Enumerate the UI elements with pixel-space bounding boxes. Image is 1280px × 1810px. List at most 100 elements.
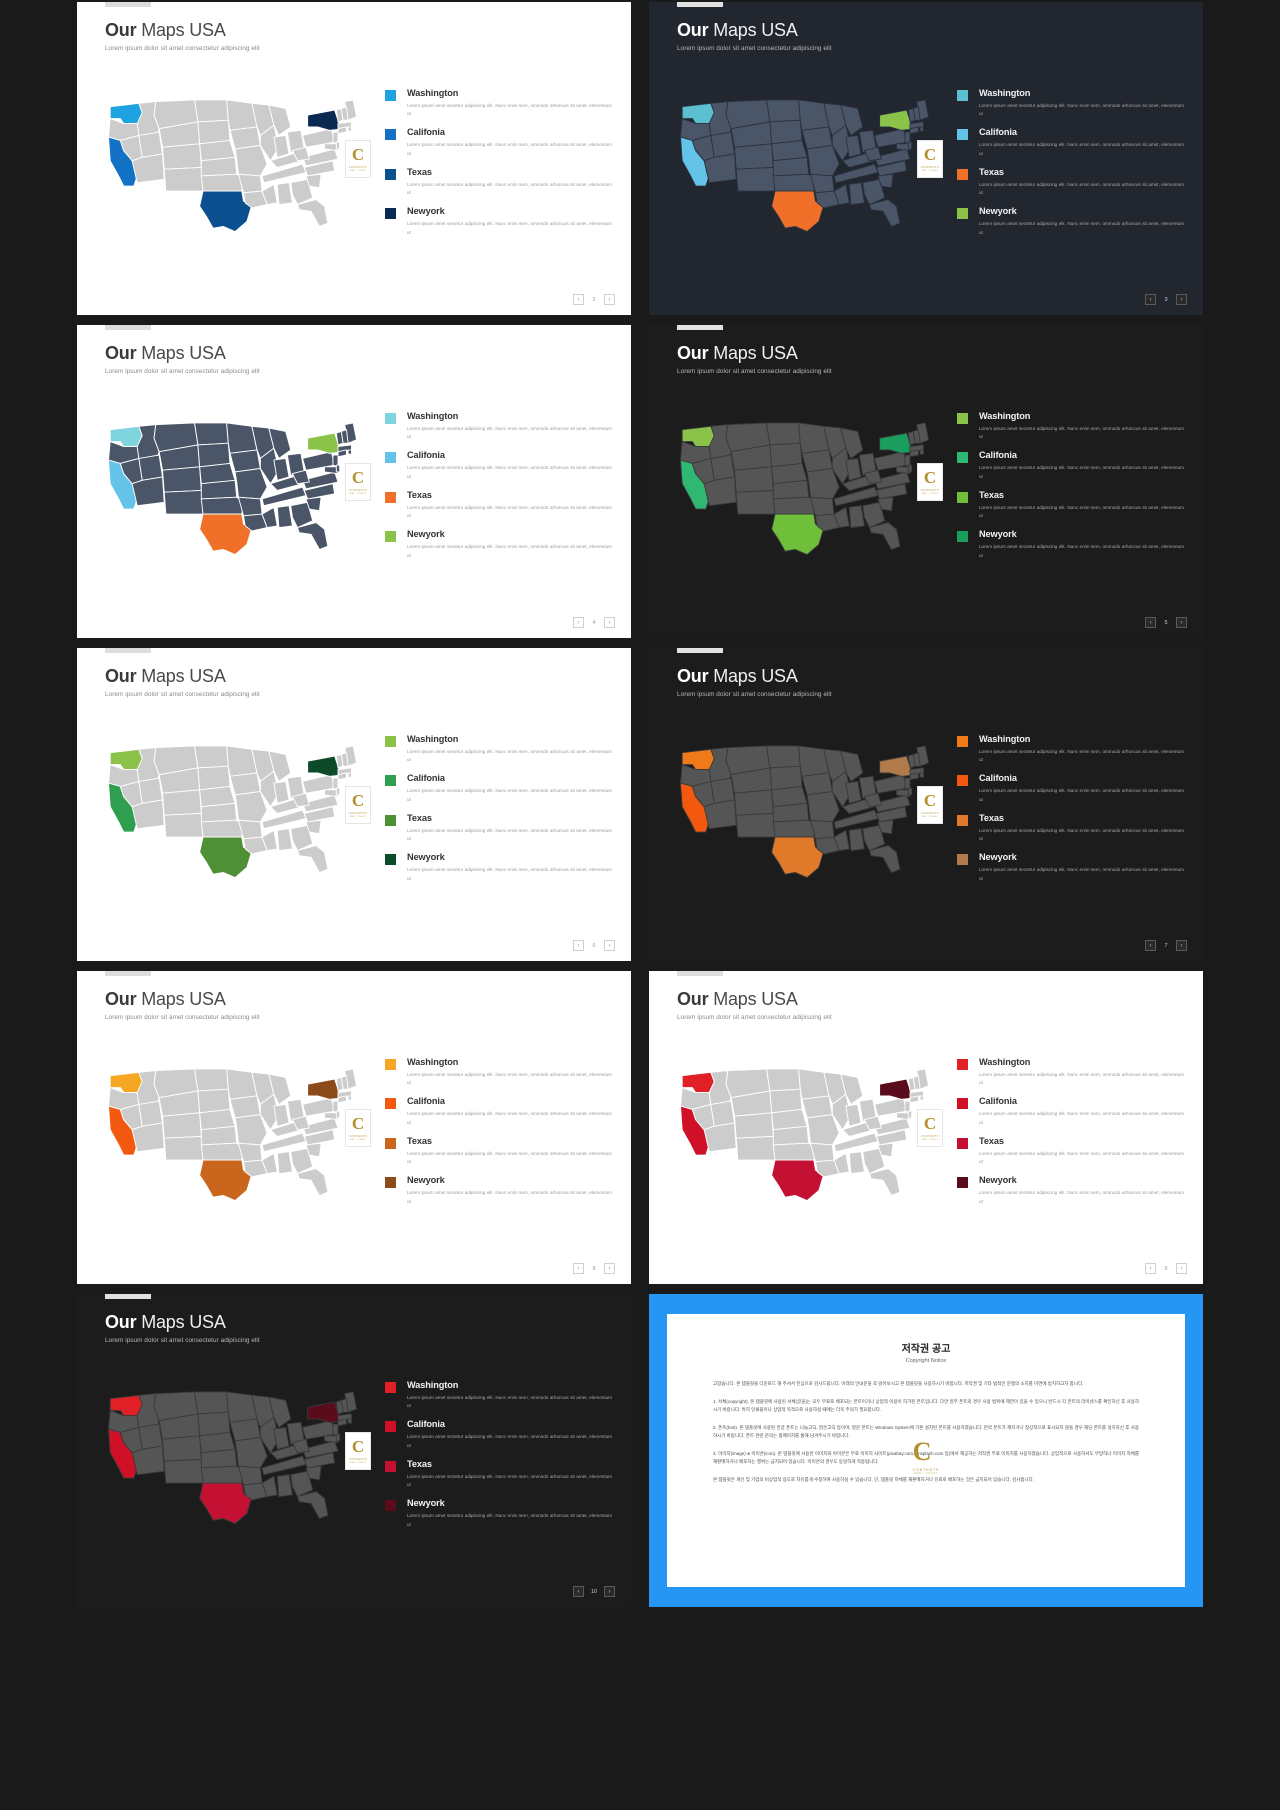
slide-6[interactable]: Our Maps USA Lorem ipsum dolor sit amet c… <box>649 648 1203 961</box>
pagination[interactable]: ‹ 3 › <box>1145 294 1187 305</box>
next-page-button[interactable]: › <box>1176 1263 1187 1274</box>
usa-map[interactable] <box>667 726 937 906</box>
legend-item[interactable]: Texas Lorem ipsum amet sectetur adipiscin… <box>957 490 1187 521</box>
slide-header: Our Maps USA Lorem ipsum dolor sit amet c… <box>677 666 832 698</box>
pagination[interactable]: ‹ 6 › <box>573 940 615 951</box>
usa-map[interactable] <box>667 403 937 583</box>
prev-page-button[interactable]: ‹ <box>1145 294 1156 305</box>
legend-item[interactable]: Califonia Lorem ipsum amet sectetur adipi… <box>957 1096 1187 1127</box>
prev-page-button[interactable]: ‹ <box>1145 617 1156 628</box>
legend-item[interactable]: Califonia Lorem ipsum amet sectetur adipi… <box>957 773 1187 804</box>
next-page-button[interactable]: › <box>604 940 615 951</box>
slide-4[interactable]: Our Maps USA Lorem ipsum dolor sit amet c… <box>649 325 1203 638</box>
map-state-tn <box>833 486 879 507</box>
legend-item[interactable]: Washington Lorem ipsum amet sectetur adip… <box>385 88 615 119</box>
slide-2[interactable]: Our Maps USA Lorem ipsum dolor sit amet c… <box>649 2 1203 315</box>
legend-label: Newyork <box>407 852 445 863</box>
usa-map[interactable] <box>95 1372 365 1552</box>
next-page-button[interactable]: › <box>604 1586 615 1597</box>
next-page-button[interactable]: › <box>1176 294 1187 305</box>
pagination[interactable]: ‹ 8 › <box>573 1263 615 1274</box>
slide-5[interactable]: Our Maps USA Lorem ipsum dolor sit amet c… <box>77 648 631 961</box>
contents-badge: C CONTENTS MAP / CHART <box>345 1109 371 1147</box>
legend-item[interactable]: Califonia Lorem ipsum amet sectetur adipi… <box>957 450 1187 481</box>
legend-item[interactable]: Washington Lorem ipsum amet sectetur adip… <box>385 411 615 442</box>
legend-item[interactable]: Washington Lorem ipsum amet sectetur adip… <box>385 1057 615 1088</box>
legend-item[interactable]: Newyork Lorem ipsum amet sectetur adipisc… <box>385 852 615 883</box>
map-state-de <box>907 464 913 473</box>
slide-8[interactable]: Our Maps USA Lorem ipsum dolor sit amet c… <box>649 971 1203 1284</box>
legend-item[interactable]: Newyork Lorem ipsum amet sectetur adipisc… <box>385 1175 615 1206</box>
usa-map[interactable] <box>667 1049 937 1229</box>
legend-item[interactable]: Washington Lorem ipsum amet sectetur adip… <box>957 1057 1187 1088</box>
legend-item[interactable]: Texas Lorem ipsum amet sectetur adipiscin… <box>957 167 1187 198</box>
next-page-button[interactable]: › <box>1176 940 1187 951</box>
usa-map[interactable] <box>95 80 365 260</box>
legend-item[interactable]: Califonia Lorem ipsum amet sectetur adipi… <box>385 1419 615 1450</box>
legend-item[interactable]: Texas Lorem ipsum amet sectetur adipiscin… <box>957 813 1187 844</box>
legend-item[interactable]: Texas Lorem ipsum amet sectetur adipiscin… <box>385 167 615 198</box>
pagination[interactable]: ‹ 5 › <box>1145 617 1187 628</box>
prev-page-button[interactable]: ‹ <box>1145 1263 1156 1274</box>
legend-item[interactable]: Texas Lorem ipsum amet sectetur adipiscin… <box>385 1136 615 1167</box>
map-state-nd <box>766 422 801 446</box>
usa-map[interactable] <box>95 403 365 583</box>
pagination[interactable]: ‹ 9 › <box>1145 1263 1187 1274</box>
legend-item[interactable]: Newyork Lorem ipsum amet sectetur adipisc… <box>957 1175 1187 1206</box>
next-page-button[interactable]: › <box>604 617 615 628</box>
pagination[interactable]: ‹ 4 › <box>573 617 615 628</box>
map-state-ut <box>138 1423 164 1450</box>
prev-page-button[interactable]: ‹ <box>573 617 584 628</box>
pagination[interactable]: ‹ 2 › <box>573 294 615 305</box>
legend-item[interactable]: Washington Lorem ipsum amet sectetur adip… <box>957 734 1187 765</box>
map-state-ia <box>229 772 261 796</box>
slide-3[interactable]: Our Maps USA Lorem ipsum dolor sit amet c… <box>77 325 631 638</box>
usa-map[interactable] <box>95 1049 365 1229</box>
slide-1[interactable]: Our Maps USA Lorem ipsum dolor sit amet c… <box>77 2 631 315</box>
prev-page-button[interactable]: ‹ <box>573 294 584 305</box>
usa-map[interactable] <box>667 80 937 260</box>
legend-item[interactable]: Texas Lorem ipsum amet sectetur adipiscin… <box>385 1459 615 1490</box>
legend-item[interactable]: Washington Lorem ipsum amet sectetur adip… <box>385 1380 615 1411</box>
page-subtitle: Lorem ipsum dolor sit amet consectetur a… <box>105 1014 260 1021</box>
legend-item[interactable]: Califonia Lorem ipsum amet sectetur adipi… <box>385 450 615 481</box>
prev-page-button[interactable]: ‹ <box>573 1586 584 1597</box>
map-state-sd <box>197 765 231 791</box>
legend-item[interactable]: Califonia Lorem ipsum amet sectetur adipi… <box>385 773 615 804</box>
prev-page-button[interactable]: ‹ <box>1145 940 1156 951</box>
legend-item[interactable]: Texas Lorem ipsum amet sectetur adipiscin… <box>385 813 615 844</box>
legend-item[interactable]: Newyork Lorem ipsum amet sectetur adipisc… <box>385 1498 615 1529</box>
legend-item[interactable]: Califonia Lorem ipsum amet sectetur adipi… <box>385 1096 615 1127</box>
legend-swatch-icon <box>957 1137 968 1149</box>
legend-description: Lorem ipsum amet sectetur adipiscing eli… <box>407 181 612 196</box>
next-page-button[interactable]: › <box>604 294 615 305</box>
prev-page-button[interactable]: ‹ <box>573 1263 584 1274</box>
legend-item[interactable]: Newyork Lorem ipsum amet sectetur adipisc… <box>385 529 615 560</box>
slide-9[interactable]: Our Maps USA Lorem ipsum dolor sit amet c… <box>77 1294 631 1607</box>
legend-item[interactable]: Washington Lorem ipsum amet sectetur adip… <box>957 88 1187 119</box>
legend-item[interactable]: Washington Lorem ipsum amet sectetur adip… <box>957 411 1187 442</box>
pagination[interactable]: ‹ 7 › <box>1145 940 1187 951</box>
legend-item[interactable]: Newyork Lorem ipsum amet sectetur adipisc… <box>385 206 615 237</box>
next-page-button[interactable]: › <box>604 1263 615 1274</box>
legend-item[interactable]: Texas Lorem ipsum amet sectetur adipiscin… <box>957 1136 1187 1167</box>
pagination[interactable]: ‹ 10 › <box>573 1586 615 1597</box>
legend-item[interactable]: Califonia Lorem ipsum amet sectetur adipi… <box>957 127 1187 158</box>
slide-7[interactable]: Our Maps USA Lorem ipsum dolor sit amet c… <box>77 971 631 1284</box>
map-state-de <box>907 141 913 150</box>
legend-item[interactable]: Newyork Lorem ipsum amet sectetur adipisc… <box>957 529 1187 560</box>
next-page-button[interactable]: › <box>1176 617 1187 628</box>
usa-map[interactable] <box>95 726 365 906</box>
legend-item[interactable]: Newyork Lorem ipsum amet sectetur adipisc… <box>957 852 1187 883</box>
legend-item[interactable]: Texas Lorem ipsum amet sectetur adipiscin… <box>385 490 615 521</box>
contents-badge: C CONTENTS MAP / CHART <box>917 463 943 501</box>
legend-swatch-icon <box>385 1098 396 1110</box>
page-title: Our Maps USA <box>677 20 798 40</box>
copyright-slide[interactable]: 저작권 공고 Copyright Notice 고맙습니다. 본 템플릿을 다운로드… <box>649 1294 1203 1607</box>
legend-item[interactable]: Newyork Lorem ipsum amet sectetur adipisc… <box>957 206 1187 237</box>
contents-badge: C CONTENTS MAP / CHART <box>345 1432 371 1470</box>
legend-item[interactable]: Califonia Lorem ipsum amet sectetur adipi… <box>385 127 615 158</box>
prev-page-button[interactable]: ‹ <box>573 940 584 951</box>
badge-line2: CONTENTS <box>920 165 940 169</box>
legend-item[interactable]: Washington Lorem ipsum amet sectetur adip… <box>385 734 615 765</box>
